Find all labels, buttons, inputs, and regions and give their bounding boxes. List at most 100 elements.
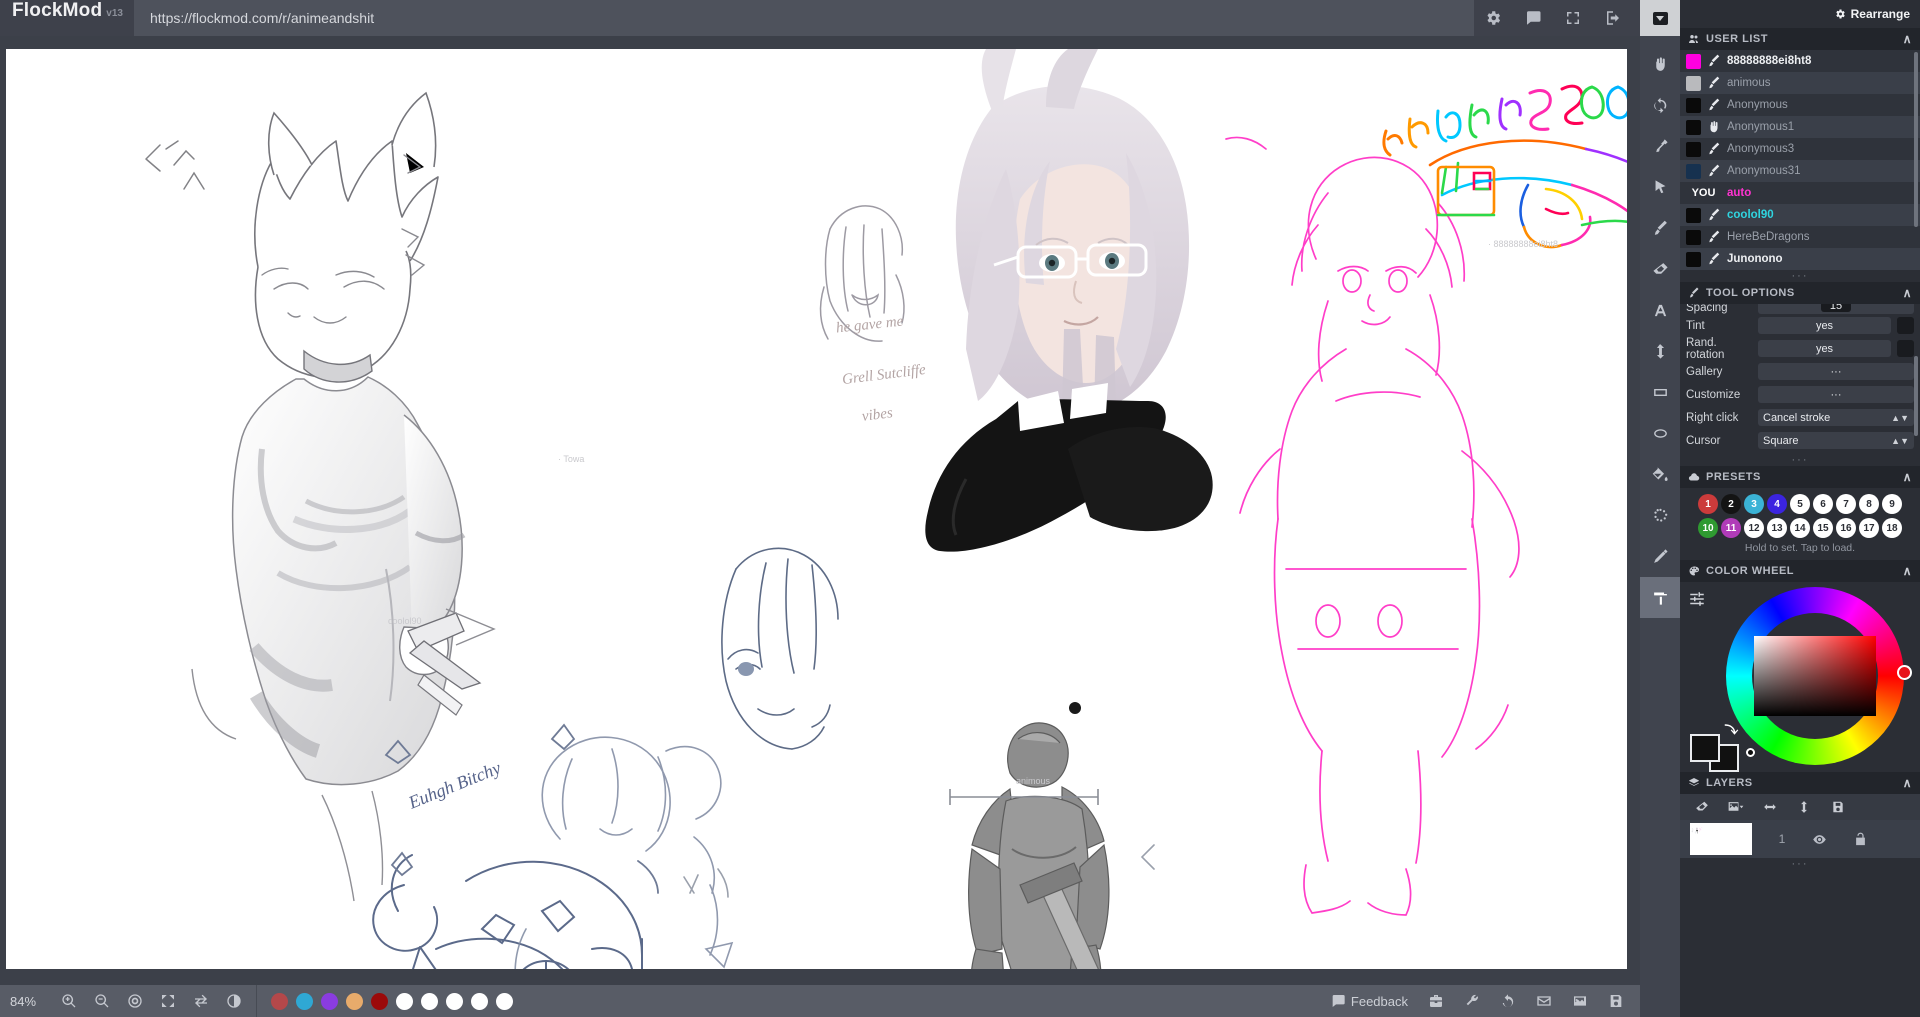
preset-slot[interactable]: 18: [1882, 518, 1902, 538]
contrast-icon[interactable]: [226, 993, 242, 1009]
tool-options-more[interactable]: ···: [1680, 454, 1920, 466]
user-list-row[interactable]: HereBeDragons: [1680, 226, 1920, 248]
user-list-header[interactable]: USER LIST ∧: [1680, 28, 1920, 50]
save-icon[interactable]: [1830, 800, 1846, 814]
panel-collapse-toggle[interactable]: [1640, 0, 1680, 36]
user-list-row[interactable]: Junonono: [1680, 248, 1920, 270]
preset-slot[interactable]: 8: [1859, 494, 1879, 514]
user-list-row[interactable]: Anonymous1: [1680, 116, 1920, 138]
hue-selector-handle[interactable]: [1897, 665, 1912, 680]
user-list-more[interactable]: ···: [1680, 270, 1920, 282]
user-list-row[interactable]: 88888888ei8ht8: [1680, 50, 1920, 72]
tool-option-value-box[interactable]: yes: [1758, 340, 1891, 357]
chevron-up-icon[interactable]: ∧: [1903, 470, 1912, 484]
saturation-value-square[interactable]: [1754, 636, 1876, 716]
user-list-row[interactable]: YOU auto: [1680, 182, 1920, 204]
zoom-reset-icon[interactable]: [127, 993, 143, 1009]
lasso-tool[interactable]: [1640, 495, 1680, 536]
eye-icon[interactable]: [1812, 832, 1827, 847]
preset-slot[interactable]: 17: [1859, 518, 1879, 538]
preset-slot[interactable]: 2: [1721, 494, 1741, 514]
sv-selector-handle[interactable]: [1746, 748, 1755, 757]
chat-icon[interactable]: [1524, 9, 1542, 27]
preset-slot[interactable]: 7: [1836, 494, 1856, 514]
preset-slot[interactable]: 10: [1698, 518, 1718, 538]
swap-colors-icon[interactable]: [1721, 722, 1739, 740]
color-swatch[interactable]: [421, 992, 438, 1010]
rearrange-button[interactable]: Rearrange: [1680, 0, 1920, 28]
preset-slot[interactable]: 11: [1721, 518, 1741, 538]
tool-option-color-swatch[interactable]: [1897, 340, 1914, 357]
chevron-up-icon[interactable]: ∧: [1903, 776, 1912, 790]
preset-slot[interactable]: 13: [1767, 518, 1787, 538]
preset-slot[interactable]: 9: [1882, 494, 1902, 514]
layers-more[interactable]: ···: [1680, 858, 1920, 870]
user-list-row[interactable]: animous: [1680, 72, 1920, 94]
zoom-out-icon[interactable]: [94, 993, 110, 1009]
user-list-row[interactable]: Anonymous: [1680, 94, 1920, 116]
eraser-icon[interactable]: [1694, 800, 1710, 814]
layer-row[interactable]: 1: [1680, 820, 1920, 858]
chevron-up-icon[interactable]: ∧: [1903, 32, 1912, 46]
eraser-tool[interactable]: [1640, 249, 1680, 290]
select-tool[interactable]: [1640, 167, 1680, 208]
sliders-icon[interactable]: [1688, 590, 1706, 608]
tool-options-scrollbar[interactable]: [1914, 356, 1918, 436]
preset-slot[interactable]: 1: [1698, 494, 1718, 514]
tool-option-value-box[interactable]: ···: [1758, 363, 1914, 380]
color-swatch[interactable]: [496, 992, 513, 1010]
tool-option-select[interactable]: Cancel stroke ▲▼: [1758, 409, 1914, 426]
chevron-up-icon[interactable]: ∧: [1903, 286, 1912, 300]
tool-option-value-box[interactable]: ···: [1758, 386, 1914, 403]
feedback-button[interactable]: Feedback: [1330, 993, 1408, 1009]
color-wheel-header[interactable]: COLOR WHEEL ∧: [1680, 560, 1920, 582]
fullscreen-icon[interactable]: [1564, 9, 1582, 27]
ellipse-tool[interactable]: [1640, 413, 1680, 454]
user-list-row[interactable]: coolol90: [1680, 204, 1920, 226]
toolbox-icon[interactable]: [1428, 993, 1444, 1009]
fill-tool[interactable]: [1640, 454, 1680, 495]
color-swatch[interactable]: [346, 992, 363, 1010]
user-list-scrollbar[interactable]: [1914, 52, 1918, 227]
drawing-canvas[interactable]: · Towa coolol90 · 88888888ei8ht8 animous…: [6, 49, 1627, 969]
tool-options-header[interactable]: TOOL OPTIONS ∧: [1680, 282, 1920, 304]
color-swatch[interactable]: [471, 992, 488, 1010]
chevron-up-icon[interactable]: ∧: [1903, 564, 1912, 578]
tool-option-value-box[interactable]: yes: [1758, 317, 1891, 334]
image-icon[interactable]: [1572, 993, 1588, 1009]
presets-header[interactable]: PRESETS ∧: [1680, 466, 1920, 488]
eyedropper-tool[interactable]: [1640, 126, 1680, 167]
color-swatch[interactable]: [321, 992, 338, 1010]
preset-slot[interactable]: 16: [1836, 518, 1856, 538]
preset-slot[interactable]: 6: [1813, 494, 1833, 514]
preset-slot[interactable]: 5: [1790, 494, 1810, 514]
save-icon[interactable]: [1608, 993, 1624, 1009]
wrench-icon[interactable]: [1464, 993, 1480, 1009]
pencil-tool[interactable]: [1640, 536, 1680, 577]
image-dropdown-icon[interactable]: [1728, 800, 1744, 814]
undo-icon[interactable]: [1500, 993, 1516, 1009]
logout-icon[interactable]: [1604, 9, 1622, 27]
rotate-tool[interactable]: [1640, 85, 1680, 126]
foreground-color-swatch[interactable]: [1690, 734, 1720, 762]
tool-option-slider[interactable]: 15: [1758, 304, 1914, 314]
color-swatch[interactable]: [271, 992, 288, 1010]
text-tool[interactable]: [1640, 290, 1680, 331]
preset-slot[interactable]: 4: [1767, 494, 1787, 514]
preset-slot[interactable]: 15: [1813, 518, 1833, 538]
preset-slot[interactable]: 12: [1744, 518, 1764, 538]
rectangle-tool[interactable]: [1640, 372, 1680, 413]
url-input[interactable]: https://flockmod.com/r/animeandshit: [134, 0, 1474, 36]
unlock-icon[interactable]: [1853, 832, 1868, 847]
brush-tool[interactable]: [1640, 208, 1680, 249]
zoom-in-icon[interactable]: [61, 993, 77, 1009]
flip-vertical-icon[interactable]: [1796, 800, 1812, 814]
tool-option-select[interactable]: Square ▲▼: [1758, 432, 1914, 449]
color-swatch[interactable]: [446, 992, 463, 1010]
hand-tool[interactable]: [1640, 44, 1680, 85]
color-swatch[interactable]: [371, 992, 388, 1010]
preset-slot[interactable]: 3: [1744, 494, 1764, 514]
layers-header[interactable]: LAYERS ∧: [1680, 772, 1920, 794]
gear-icon[interactable]: [1484, 9, 1502, 27]
flip-canvas-icon[interactable]: [193, 993, 209, 1009]
